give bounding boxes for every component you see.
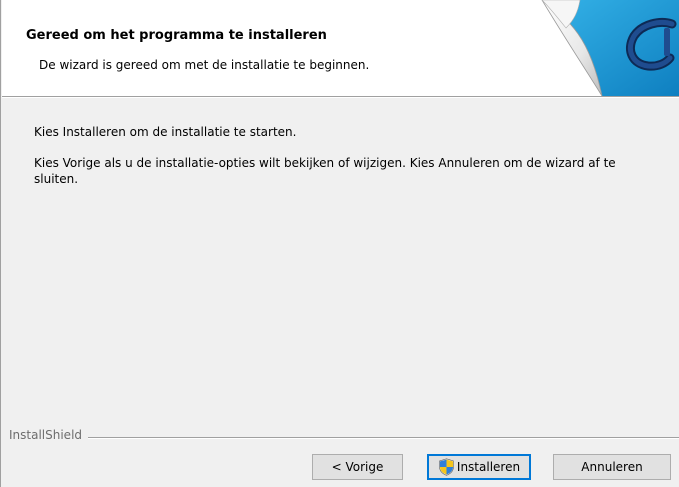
- installshield-logo-icon: [520, 0, 679, 96]
- header-panel: Gereed om het programma te installeren D…: [2, 0, 679, 96]
- page-subtitle: De wizard is gereed om met de installati…: [39, 58, 370, 72]
- install-button[interactable]: Installeren: [427, 454, 531, 480]
- page-title: Gereed om het programma te installeren: [26, 28, 327, 43]
- instruction-install: Kies Installeren om de installatie te st…: [34, 125, 297, 139]
- installshield-brand-label: InstallShield: [9, 428, 89, 442]
- uac-shield-icon: [439, 458, 454, 476]
- installer-dialog: Gereed om het programma te installeren D…: [0, 0, 679, 487]
- header-separator-highlight: [2, 97, 679, 98]
- instruction-back-cancel: Kies Vorige als u de installatie-opties …: [34, 156, 616, 186]
- back-button-label: < Vorige: [331, 460, 384, 474]
- back-button[interactable]: < Vorige: [312, 454, 403, 480]
- footer-separator-highlight: [9, 438, 679, 439]
- cancel-button[interactable]: Annuleren: [553, 454, 671, 480]
- cancel-button-label: Annuleren: [581, 460, 643, 474]
- install-button-label: Installeren: [456, 460, 521, 474]
